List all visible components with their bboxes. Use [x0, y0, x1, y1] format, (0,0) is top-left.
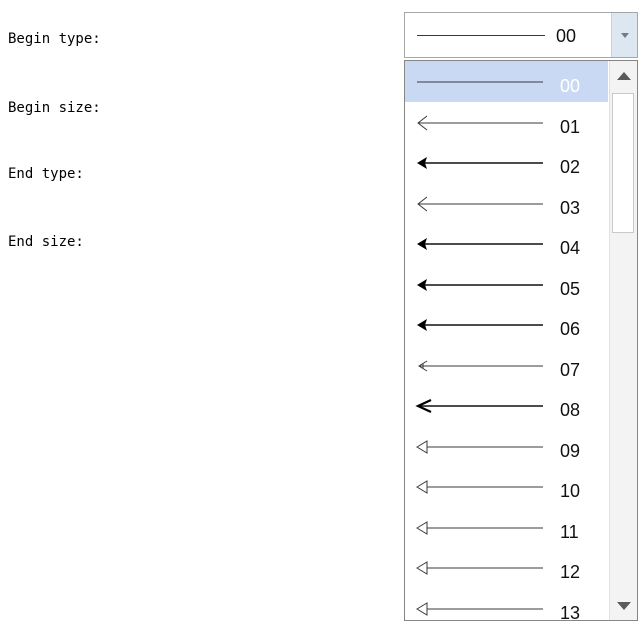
hollow-triangle-arrow-icon — [416, 439, 543, 454]
dropdown-item-label: 03 — [560, 197, 581, 218]
dropdown-items: 00 01 02 03 04 05 06 07 08 09 10 11 12 13 — [405, 61, 608, 621]
dropdown-item-label: 06 — [560, 319, 581, 339]
hollow-triangle-arrow-icon — [416, 520, 543, 535]
dropdown-item-00[interactable]: 00 — [405, 61, 608, 102]
dropdown-item-08[interactable]: 08 — [405, 385, 608, 426]
scroll-up-button[interactable] — [610, 61, 637, 91]
dropdown-item-label: 07 — [560, 359, 581, 380]
plain-line-icon — [417, 35, 545, 36]
dropdown-item-label: 00 — [560, 76, 581, 96]
plain-line-icon — [417, 81, 543, 83]
filled-arrow-icon — [417, 319, 543, 331]
end-type-label: End type: — [8, 166, 84, 182]
bold-open-arrow-icon — [415, 399, 543, 413]
hollow-triangle-arrow-icon — [416, 480, 543, 494]
dropdown-item-label: 09 — [560, 440, 581, 461]
dropdown-item-09[interactable]: 09 — [405, 426, 608, 467]
dropdown-item-07[interactable]: 07 — [405, 345, 608, 386]
arrow-type-dropdown-list[interactable]: 00 01 02 03 04 05 06 07 08 09 10 11 12 13 — [404, 60, 638, 621]
end-size-label: End size: — [8, 234, 84, 250]
hollow-triangle-arrow-icon — [416, 561, 543, 575]
dropdown-item-label: 04 — [560, 238, 581, 258]
hollow-triangle-arrow-icon — [416, 601, 543, 616]
begin-type-combobox[interactable]: 00 — [404, 12, 638, 58]
dropdown-item-label: 11 — [560, 521, 579, 542]
dropdown-item-11[interactable]: 11 — [405, 507, 608, 548]
dropdown-item-label: 08 — [560, 400, 581, 420]
dropdown-item-06[interactable]: 06 — [405, 304, 608, 345]
dropdown-item-02[interactable]: 02 — [405, 142, 608, 183]
filled-arrow-icon — [417, 278, 543, 291]
dropdown-item-13[interactable]: 13 — [405, 588, 608, 621]
dropdown-item-04[interactable]: 04 — [405, 223, 608, 264]
open-thin-arrow-icon — [417, 115, 543, 130]
begin-type-label: Begin type: — [8, 31, 101, 47]
chevron-down-icon — [621, 33, 629, 38]
dropdown-item-label: 05 — [560, 278, 581, 299]
dropdown-item-label: 01 — [560, 116, 581, 137]
dropdown-item-01[interactable]: 01 — [405, 102, 608, 143]
scrollbar-thumb[interactable] — [612, 93, 634, 233]
vertical-scrollbar[interactable] — [609, 61, 637, 620]
combo-selected-value: 00 — [556, 26, 577, 46]
scroll-down-button[interactable] — [610, 590, 637, 620]
filled-arrow-icon — [417, 157, 543, 169]
arrow-up-icon — [617, 72, 631, 80]
dropdown-item-label: 02 — [560, 157, 581, 177]
arrow-down-icon — [617, 602, 631, 610]
dropdown-item-03[interactable]: 03 — [405, 183, 608, 224]
dropdown-item-label: 13 — [560, 602, 581, 621]
open-thin-arrow-icon — [417, 196, 543, 211]
dropdown-item-05[interactable]: 05 — [405, 264, 608, 305]
dropdown-item-10[interactable]: 10 — [405, 466, 608, 507]
dropdown-item-label: 12 — [560, 562, 581, 582]
dropdown-item-12[interactable]: 12 — [405, 547, 608, 588]
dropdown-item-label: 10 — [560, 481, 581, 501]
filled-arrow-icon — [417, 238, 543, 250]
dropdown-button[interactable] — [611, 13, 637, 57]
split-thin-arrow-icon — [418, 360, 543, 371]
begin-size-label: Begin size: — [8, 100, 101, 116]
